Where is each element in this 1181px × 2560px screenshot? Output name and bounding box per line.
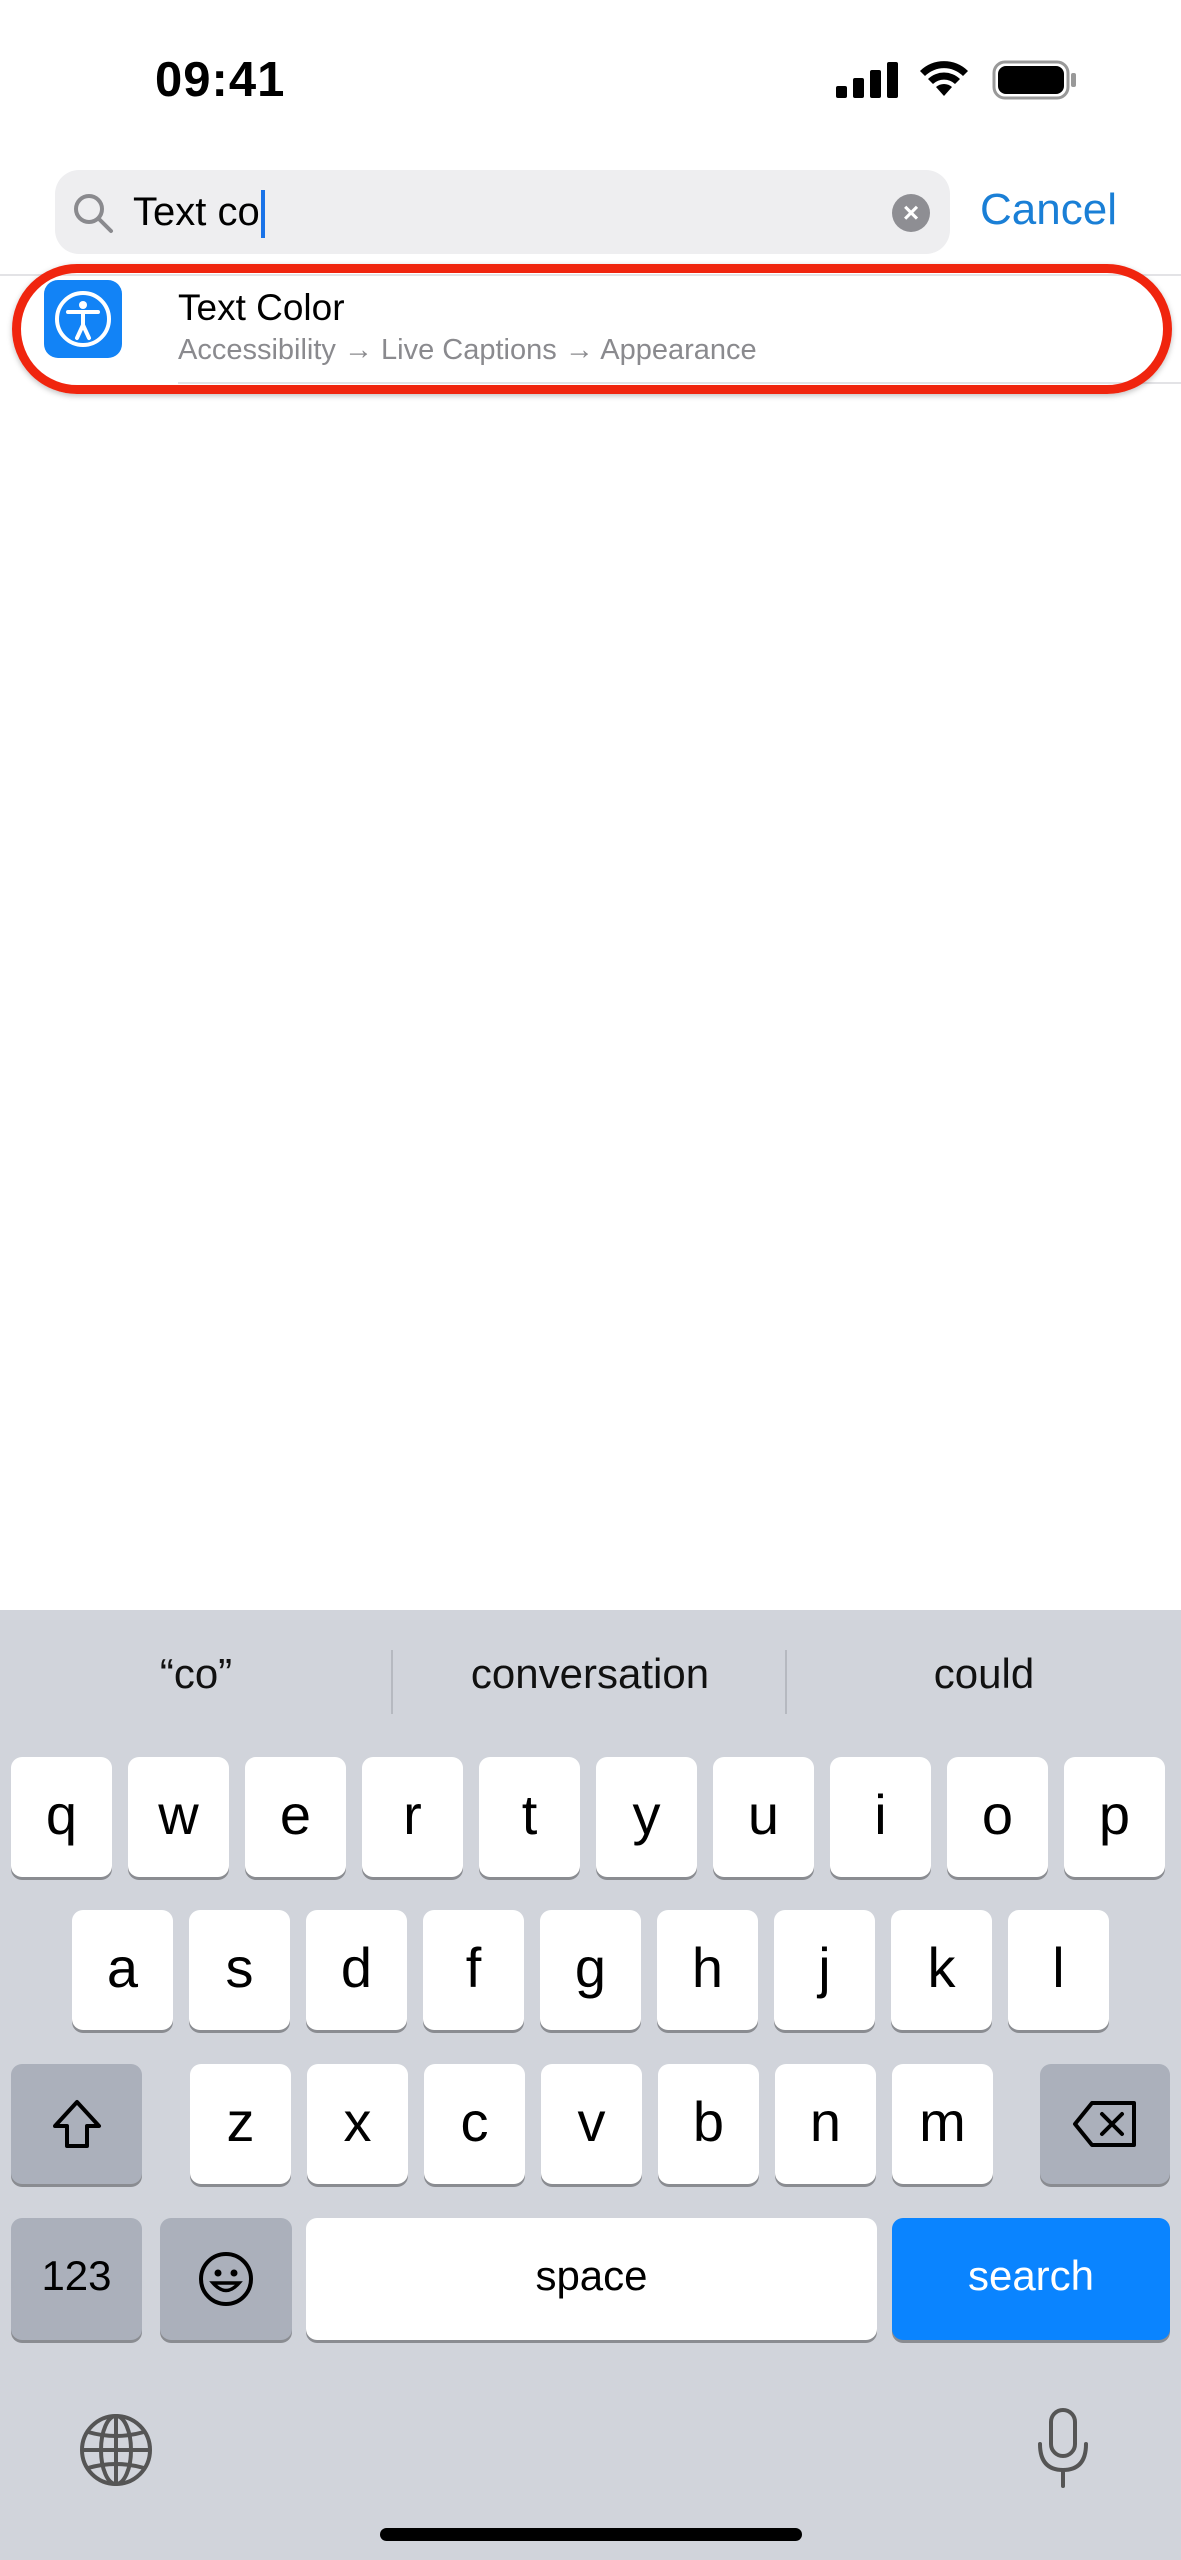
key-n[interactable]: n: [775, 2064, 876, 2184]
highlight-annotation: [12, 264, 1172, 394]
key-e[interactable]: e: [245, 1757, 346, 1877]
wifi-icon: [920, 61, 968, 96]
key-j[interactable]: j: [774, 1910, 875, 2030]
globe-icon[interactable]: [78, 2412, 154, 2488]
key-y[interactable]: y: [596, 1757, 697, 1877]
key-f[interactable]: f: [423, 1910, 524, 2030]
key-m[interactable]: m: [892, 2064, 993, 2184]
key-t[interactable]: t: [479, 1757, 580, 1877]
search-key[interactable]: search: [892, 2218, 1170, 2340]
home-indicator[interactable]: [380, 2528, 802, 2541]
space-key[interactable]: space: [306, 2218, 877, 2340]
suggestion-quoted[interactable]: “co”: [0, 1650, 392, 1698]
key-u[interactable]: u: [713, 1757, 814, 1877]
key-p[interactable]: p: [1064, 1757, 1165, 1877]
status-time: 09:41: [155, 53, 286, 107]
suggestion-conversation[interactable]: conversation: [394, 1650, 786, 1698]
clear-icon[interactable]: ×: [892, 194, 930, 232]
signal-icon: [836, 62, 898, 98]
key-c[interactable]: c: [424, 2064, 525, 2184]
key-h[interactable]: h: [657, 1910, 758, 2030]
key-x[interactable]: x: [307, 2064, 408, 2184]
key-i[interactable]: i: [830, 1757, 931, 1877]
microphone-icon[interactable]: [1034, 2406, 1092, 2490]
key-o[interactable]: o: [947, 1757, 1048, 1877]
key-d[interactable]: d: [306, 1910, 407, 2030]
shift-key[interactable]: [11, 2064, 142, 2184]
key-z[interactable]: z: [190, 2064, 291, 2184]
emoji-key[interactable]: [160, 2218, 292, 2340]
shift-icon: [52, 2100, 101, 2148]
delete-key[interactable]: [1040, 2064, 1170, 2184]
key-k[interactable]: k: [891, 1910, 992, 2030]
search-icon: [74, 194, 113, 233]
key-b[interactable]: b: [658, 2064, 759, 2184]
key-a[interactable]: a: [72, 1910, 173, 2030]
key-l[interactable]: l: [1008, 1910, 1109, 2030]
divider: [785, 1650, 787, 1714]
delete-icon: [1073, 2101, 1136, 2147]
text-caret: [260, 190, 265, 239]
key-r[interactable]: r: [362, 1757, 463, 1877]
key-v[interactable]: v: [541, 2064, 642, 2184]
divider: [391, 1650, 393, 1714]
key-g[interactable]: g: [540, 1910, 641, 2030]
key-q[interactable]: q: [11, 1757, 112, 1877]
suggestion-could[interactable]: could: [788, 1650, 1180, 1698]
cancel-button[interactable]: Cancel: [980, 185, 1117, 235]
key-s[interactable]: s: [189, 1910, 290, 2030]
numbers-key[interactable]: 123: [11, 2218, 142, 2340]
key-w[interactable]: w: [128, 1757, 229, 1877]
emoji-icon: [199, 2252, 253, 2306]
search-query-text: Text co: [133, 190, 260, 234]
battery-icon: [992, 60, 1076, 100]
search-input[interactable]: Text co: [133, 188, 265, 239]
